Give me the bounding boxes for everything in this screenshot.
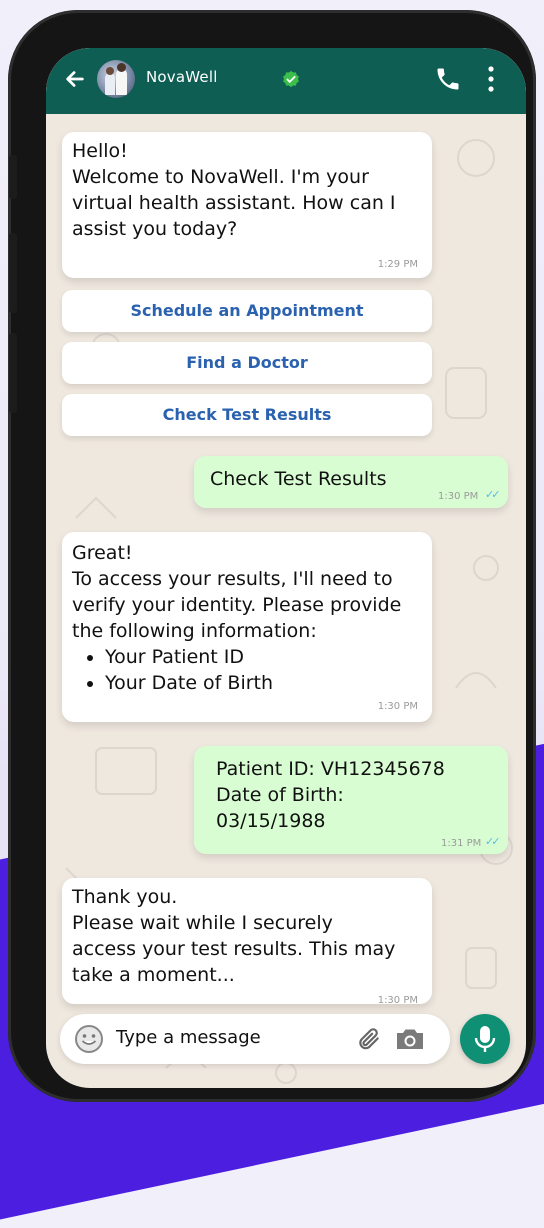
message-line: verify your identity. Please provide [72,594,402,616]
message-line: virtual health assistant. How can I [72,192,396,214]
message-time: 1:31 PM [441,838,482,849]
verified-check-icon [283,70,299,88]
incoming-message: Hello! Welcome to NovaWell. I'm your vir… [62,132,432,278]
message-line: To access your results, I'll need to [72,568,393,590]
outgoing-message: Patient ID: VH12345678 Date of Birth: 03… [194,746,508,854]
volume-down-button [9,333,17,413]
message-time: 1:30 PM [377,701,418,712]
phone-frame: NovaWell Hello! Welcome to NovaWell. I'm… [8,10,536,1102]
incoming-message: Great! To access your results, I'll need… [62,532,432,722]
message-line: Great! [72,542,133,564]
message-line: Patient ID: VH12345678 [216,758,445,780]
chat-header: NovaWell [46,48,526,114]
message-line: access your test results. This may [72,938,396,960]
microphone-button[interactable] [460,1014,510,1064]
message-line: Date of Birth: [216,784,344,806]
message-line: assist you today? [72,218,238,240]
message-line: Thank you. [72,886,178,908]
read-receipt-icon: ✓✓ [485,488,501,501]
phone-icon[interactable] [434,65,462,93]
message-input[interactable]: Type a message [116,1027,261,1048]
list-item: Your Patient ID [105,644,422,670]
microphone-icon [474,1026,496,1052]
message-time: 1:30 PM [377,995,418,1006]
avatar[interactable] [97,60,135,98]
message-line: Please wait while I securely [72,912,333,934]
volume-up-button [9,233,17,313]
chat-screen: NovaWell Hello! Welcome to NovaWell. I'm… [46,48,526,1088]
list-item: Your Date of Birth [105,670,422,696]
required-info-list: Your Patient ID Your Date of Birth [72,644,422,696]
contact-name[interactable]: NovaWell [146,68,218,86]
paperclip-icon[interactable] [356,1025,382,1053]
message-line: take a moment... [72,964,235,986]
camera-icon[interactable] [394,1026,426,1052]
quick-reply-find-doctor[interactable]: Find a Doctor [62,342,432,384]
message-time: 1:30 PM [438,491,479,502]
read-receipt-icon: ✓✓ [485,835,501,848]
side-button [9,155,17,199]
emoji-icon[interactable] [74,1024,104,1054]
message-composer[interactable]: Type a message [60,1014,450,1064]
more-vertical-icon[interactable] [486,66,496,92]
message-line: the following information: [72,620,317,642]
message-line: Hello! [72,140,128,162]
outgoing-message: Check Test Results 1:30 PM ✓✓ [194,456,508,508]
arrow-left-icon[interactable] [64,68,86,90]
message-line: 03/15/1988 [216,810,326,832]
quick-reply-schedule-appointment[interactable]: Schedule an Appointment [62,290,432,332]
message-line: Welcome to NovaWell. I'm your [72,166,369,188]
message-line: Check Test Results [210,468,387,490]
quick-reply-check-test-results[interactable]: Check Test Results [62,394,432,436]
message-time: 1:29 PM [377,259,418,270]
incoming-message: Thank you. Please wait while I securely … [62,878,432,1006]
